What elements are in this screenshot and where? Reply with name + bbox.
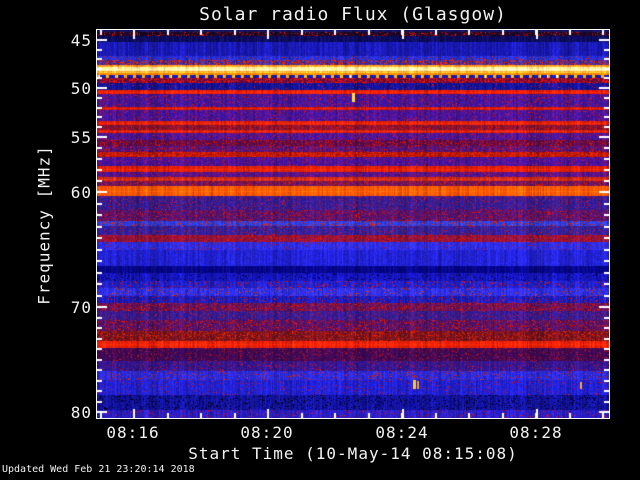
x-tick-label-0816: 08:16 — [106, 423, 160, 442]
x-tick-label-0824: 08:24 — [375, 423, 429, 442]
chart-title: Solar radio Flux (Glasgow) — [199, 4, 507, 25]
plot-area — [96, 29, 610, 419]
y-axis-label: Frequency [MHz] — [34, 145, 54, 305]
y-tick-label-55: 55 — [70, 128, 92, 147]
x-axis-label: Start Time (10-May-14 08:15:08) — [188, 444, 518, 463]
x-tick-label-0820: 08:20 — [240, 423, 294, 442]
y-tick-label-80: 80 — [70, 403, 92, 422]
y-tick-label-50: 50 — [70, 79, 92, 98]
spectrogram-canvas — [97, 30, 609, 418]
y-tick-label-60: 60 — [70, 183, 92, 202]
x-tick-label-0828: 08:28 — [509, 423, 563, 442]
spectrogram-page: Solar radio Flux (Glasgow) Frequency [MH… — [0, 0, 640, 480]
y-tick-label-70: 70 — [70, 298, 92, 317]
y-tick-label-45: 45 — [70, 31, 92, 50]
updated-timestamp: Updated Wed Feb 21 23:20:14 2018 — [2, 464, 195, 475]
